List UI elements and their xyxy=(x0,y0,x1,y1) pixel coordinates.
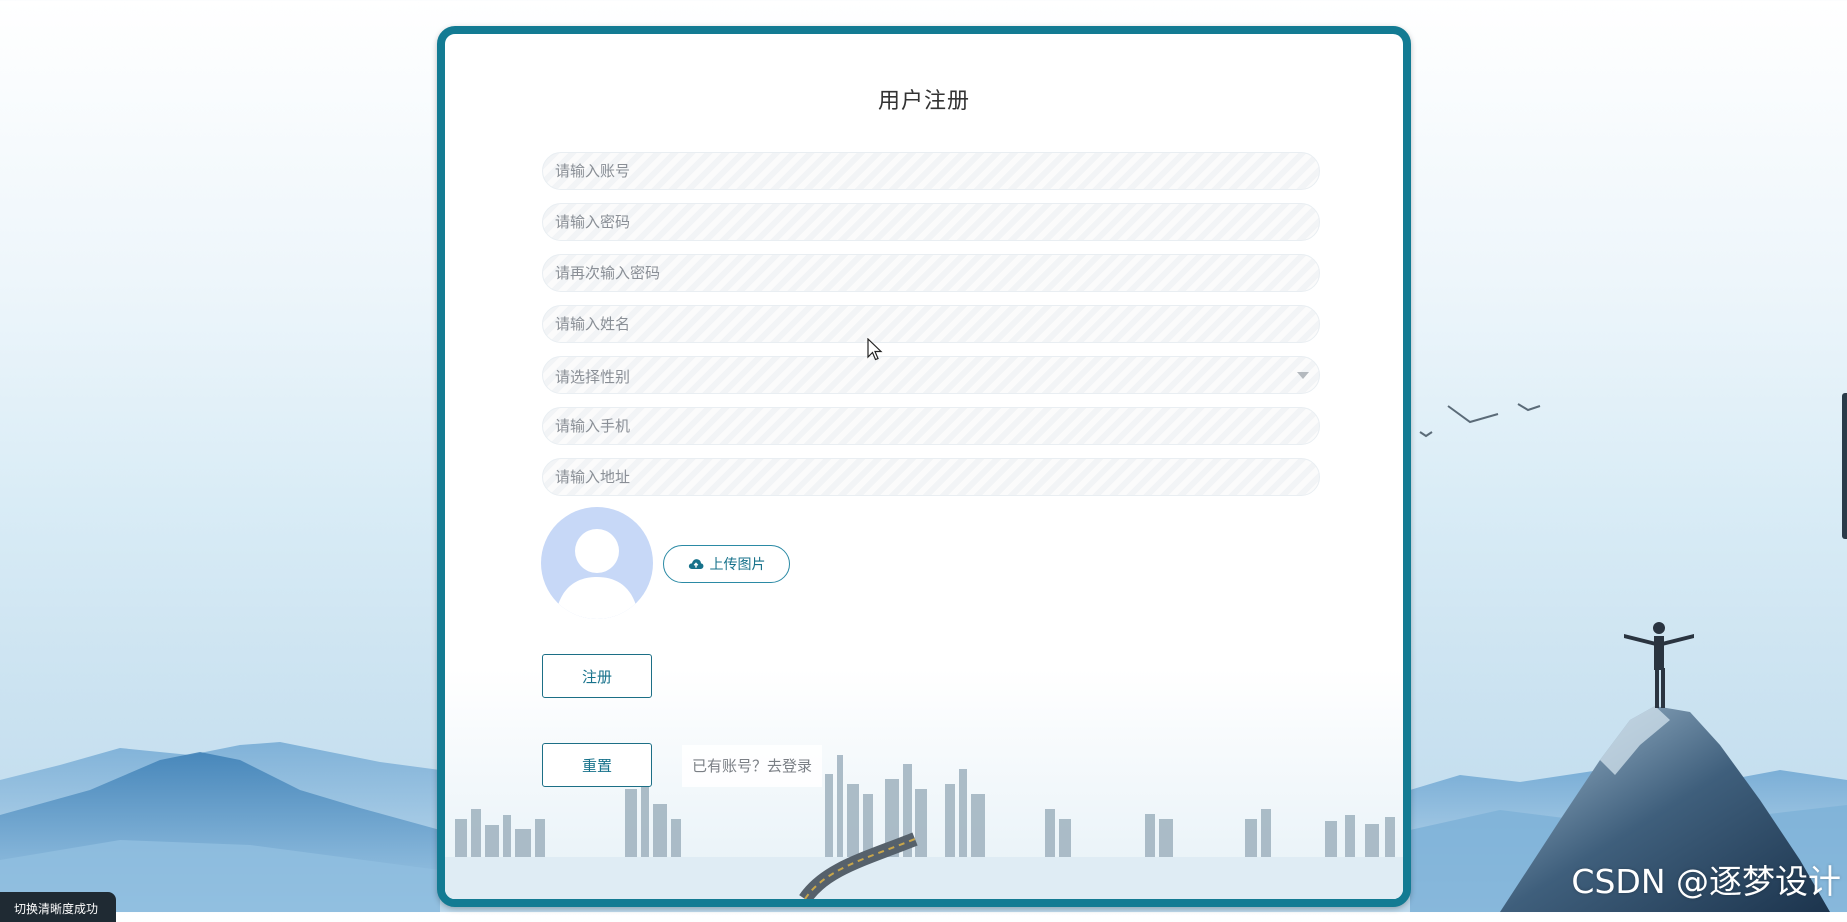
cloud-upload-icon xyxy=(688,559,703,569)
avatar xyxy=(541,507,653,619)
register-card: 用户注册 请选择性别 上传图片 注册 重置 已有账号？去登录 xyxy=(437,26,1411,907)
upload-image-button[interactable]: 上传图片 xyxy=(663,545,790,583)
user-silhouette-icon xyxy=(555,529,639,619)
phone-input[interactable] xyxy=(543,408,1319,444)
gender-select[interactable]: 请选择性别 xyxy=(542,356,1320,394)
page-title: 用户注册 xyxy=(877,89,970,114)
name-field[interactable] xyxy=(542,305,1320,343)
address-field[interactable] xyxy=(542,458,1320,496)
reset-button[interactable]: 重置 xyxy=(542,743,652,787)
side-panel-tab[interactable] xyxy=(1842,393,1847,539)
account-field[interactable] xyxy=(542,152,1320,190)
confirm-password-field[interactable] xyxy=(542,254,1320,292)
password-field[interactable] xyxy=(542,203,1320,241)
address-input[interactable] xyxy=(543,459,1319,495)
chevron-down-icon[interactable] xyxy=(1297,372,1309,379)
mouse-cursor-icon xyxy=(867,338,883,361)
confirm-password-input[interactable] xyxy=(543,255,1319,291)
upload-image-label: 上传图片 xyxy=(709,557,766,573)
toast-notification: 切换清晰度成功 xyxy=(0,892,116,922)
phone-field[interactable] xyxy=(542,407,1320,445)
account-input[interactable] xyxy=(543,153,1319,189)
go-login-link[interactable]: 已有账号？去登录 xyxy=(682,745,823,787)
name-input[interactable] xyxy=(543,306,1319,342)
password-input[interactable] xyxy=(543,204,1319,240)
register-button[interactable]: 注册 xyxy=(542,654,652,698)
gender-select-placeholder: 请选择性别 xyxy=(555,368,631,386)
watermark: CSDN @逐梦设计 xyxy=(1571,862,1841,901)
